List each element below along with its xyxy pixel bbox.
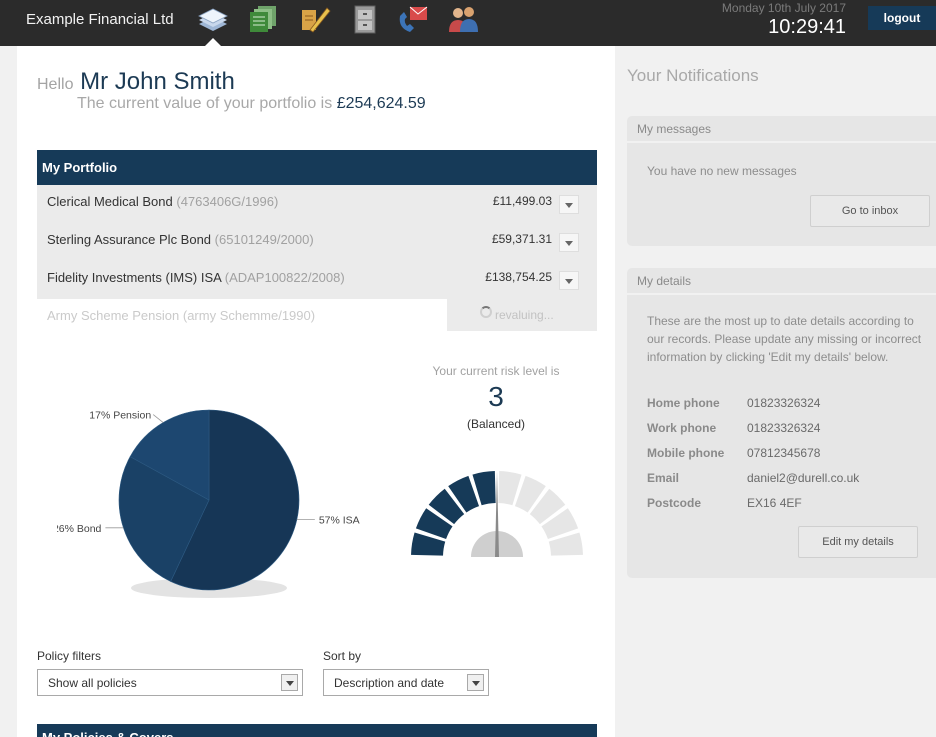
notifications-title: Your Notifications — [627, 66, 759, 85]
sort-by-select[interactable]: Description and date — [323, 669, 489, 696]
chevron-down-icon[interactable] — [467, 674, 484, 691]
detail-label: Work phone — [647, 421, 717, 435]
risk-title: Your current risk level is — [432, 364, 560, 378]
policy-filter-select[interactable]: Show all policies — [37, 669, 303, 696]
documents-icon[interactable] — [246, 4, 280, 34]
chevron-down-icon[interactable] — [559, 271, 579, 290]
policy-ref: (ADAP100822/2008) — [224, 270, 345, 285]
portfolio-table: My Portfolio Clerical Medical Bond (4763… — [37, 150, 597, 337]
edit-pen-icon[interactable] — [298, 4, 332, 34]
policy-ref: (4763406G/1996) — [176, 194, 279, 209]
portfolio-summary: The current value of your portfolio is £… — [77, 95, 426, 113]
card-divider — [627, 141, 936, 143]
detail-label: Mobile phone — [647, 446, 725, 460]
user-name: Mr John Smith — [80, 68, 235, 95]
detail-value: 07812345678 — [747, 446, 821, 460]
detail-label: Email — [647, 471, 680, 485]
contact-phone-icon[interactable] — [396, 4, 430, 34]
revaluing-text: revaluing... — [495, 308, 554, 322]
detail-label: Home phone — [647, 396, 720, 410]
spinner-icon — [480, 306, 492, 318]
portfolio-header: My Portfolio — [37, 150, 597, 185]
go-to-inbox-button[interactable]: Go to inbox — [810, 195, 930, 227]
policy-name: Sterling Assurance Plc Bond — [47, 232, 212, 247]
chevron-down-icon[interactable] — [559, 195, 579, 214]
current-date: Monday 10th July 2017 — [721, 1, 846, 15]
messages-text: You have no new messages — [647, 164, 797, 178]
messages-title: My messages — [637, 122, 712, 136]
people-icon[interactable] — [446, 4, 480, 34]
policy-ref: (65101249/2000) — [214, 232, 314, 247]
policy-name: Fidelity Investments (IMS) ISA — [47, 270, 222, 285]
pie-slice-label: 57% ISA — [319, 515, 360, 527]
policy-ref: (army Schemme/1990) — [182, 308, 316, 323]
details-card: My details These are the most up to date… — [627, 268, 936, 578]
messages-card: My messages You have no new messages Go … — [627, 116, 936, 246]
policy-name: Army Scheme Pension — [47, 308, 180, 323]
details-intro: These are the most up to date details ac… — [647, 314, 922, 364]
pie-slice-label: 17% Pension — [89, 410, 151, 422]
portfolio-total-value: £254,624.59 — [336, 95, 426, 112]
risk-level-number: 3 — [488, 381, 504, 412]
current-time: 10:29:41 — [768, 16, 846, 38]
edit-my-details-button[interactable]: Edit my details — [798, 526, 918, 558]
active-nav-caret — [205, 38, 221, 46]
greeting: Hello Mr John Smith — [37, 68, 235, 96]
chevron-down-icon[interactable] — [559, 233, 579, 252]
portfolio-summary-text: The current value of your portfolio is — [77, 95, 333, 112]
detail-value: 01823326324 — [747, 421, 821, 435]
detail-value: 01823326324 — [747, 396, 821, 410]
detail-label: Postcode — [647, 496, 702, 510]
detail-value: EX16 4EF — [747, 496, 802, 510]
brand-name: Example Financial Ltd — [26, 11, 174, 28]
policy-name: Clerical Medical Bond — [47, 194, 173, 209]
policy-filters-label: Policy filters — [37, 649, 102, 663]
portfolio-pie-chart: 57% ISA 26% Bond 17% Pension — [57, 410, 360, 598]
logout-button[interactable]: logout — [868, 6, 936, 30]
revaluing-status: revaluing... — [447, 299, 597, 331]
policy-filter-value: Show all policies — [48, 676, 137, 690]
sort-by-value: Description and date — [334, 676, 445, 690]
hello-text: Hello — [37, 76, 74, 93]
policy-value: £59,371.31 — [491, 232, 552, 246]
card-divider — [627, 293, 936, 295]
policy-value: £138,754.25 — [485, 270, 552, 284]
gauge-needle — [495, 471, 499, 557]
datetime: Monday 10th July 2017 10:29:41 — [722, 1, 846, 39]
top-bar: Example Financial Ltd Monday 10th July 2… — [0, 0, 936, 46]
policy-value: £11,499.03 — [492, 194, 552, 208]
filing-cabinet-icon[interactable] — [348, 4, 382, 34]
portfolio-row[interactable]: Clerical Medical Bond (4763406G/1996) £1… — [37, 185, 597, 223]
details-title: My details — [637, 274, 692, 288]
policies-header: My Policies & Covers — [37, 724, 597, 737]
portfolio-row[interactable]: Fidelity Investments (IMS) ISA (ADAP1008… — [37, 261, 597, 299]
pie-slice-label: 26% Bond — [57, 523, 102, 535]
chevron-down-icon[interactable] — [281, 674, 298, 691]
sort-by-label: Sort by — [323, 649, 362, 663]
main-panel: Hello Mr John Smith The current value of… — [17, 46, 615, 737]
detail-value: daniel2@durell.co.uk — [747, 471, 860, 485]
portfolio-row[interactable]: Sterling Assurance Plc Bond (65101249/20… — [37, 223, 597, 261]
portfolio-row-pending: Army Scheme Pension (army Schemme/1990) … — [37, 299, 597, 337]
risk-level-description: (Balanced) — [466, 417, 526, 431]
risk-gauge — [411, 471, 583, 557]
portfolio-icon[interactable] — [196, 4, 230, 34]
pie-leader-line — [152, 414, 164, 423]
